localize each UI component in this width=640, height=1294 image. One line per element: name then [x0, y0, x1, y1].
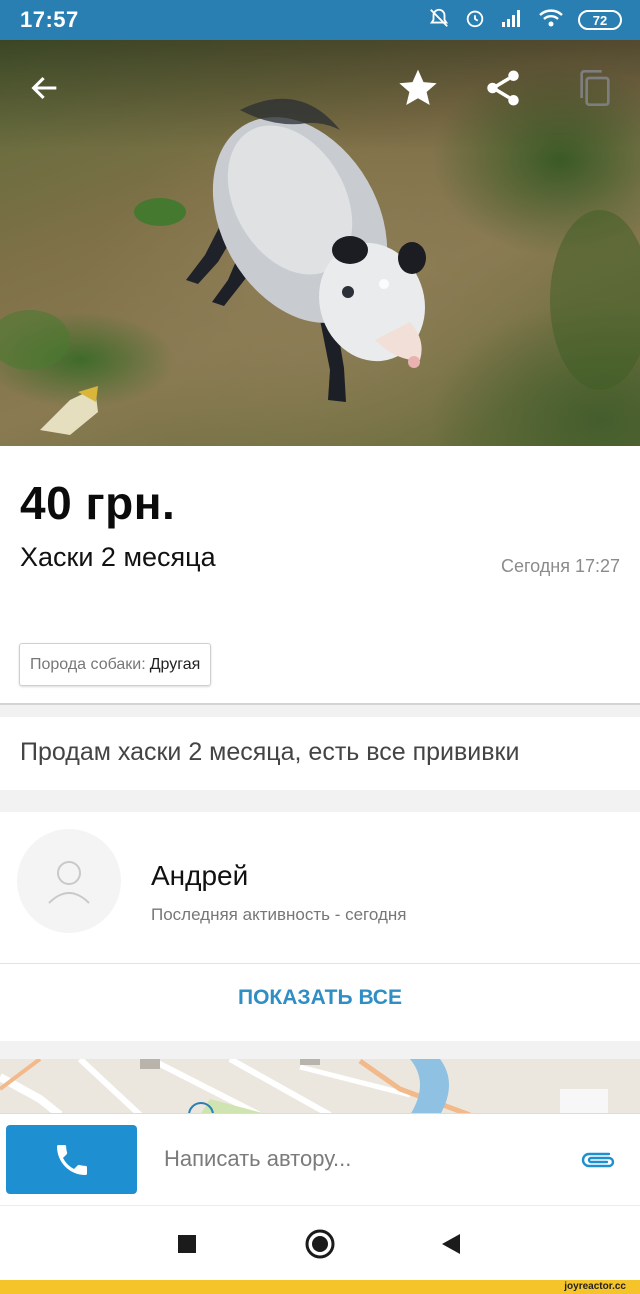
battery-icon: 72 — [578, 10, 622, 30]
author-activity: Последняя активность - сегодня — [151, 905, 407, 924]
phone-icon — [56, 1144, 87, 1175]
star-icon — [399, 69, 437, 106]
back-nav-button[interactable] — [431, 1224, 471, 1264]
back-button[interactable] — [15, 58, 75, 118]
system-nav-bar — [0, 1205, 640, 1280]
status-icons: 72 — [428, 6, 622, 34]
footer-strip — [0, 1280, 640, 1294]
arrow-left-icon — [31, 76, 57, 100]
section-divider — [0, 703, 640, 717]
circle-icon — [305, 1229, 335, 1259]
signal-icon — [500, 8, 524, 33]
avatar[interactable] — [17, 829, 121, 933]
square-icon — [178, 1235, 196, 1253]
copy-icon — [580, 70, 610, 106]
opossum-image — [0, 98, 640, 435]
param-label: Порода собаки: — [30, 655, 146, 673]
message-input[interactable]: Написать автору... — [164, 1146, 351, 1172]
param-chip: Порода собаки: Другая — [19, 643, 212, 686]
status-time: 17:57 — [20, 7, 79, 32]
watermark: joyreactor.cc — [564, 1281, 626, 1292]
triangle-back-icon — [442, 1234, 460, 1254]
price: 40 грн. — [20, 477, 176, 529]
user-icon — [48, 861, 90, 904]
map-image — [0, 1059, 640, 1115]
listing-description: Продам хаски 2 месяца, есть все прививки — [20, 738, 520, 766]
recents-button[interactable] — [167, 1224, 207, 1264]
home-button[interactable] — [300, 1224, 340, 1264]
status-bar: 17:57 72 — [0, 0, 640, 40]
map-preview[interactable] — [0, 1059, 640, 1115]
section-divider — [0, 790, 640, 812]
listing-title: Хаски 2 месяца — [20, 542, 216, 572]
call-button[interactable] — [6, 1125, 137, 1194]
share-icon — [487, 70, 519, 106]
show-all-button[interactable]: ПОКАЗАТЬ ВСЕ — [0, 986, 640, 1010]
param-value: Другая — [149, 655, 201, 673]
divider — [0, 963, 640, 964]
alarm-icon — [464, 7, 486, 34]
author-name[interactable]: Андрей — [151, 860, 248, 892]
section-divider — [0, 1041, 640, 1059]
share-button[interactable] — [473, 58, 533, 118]
notifications-off-icon — [428, 7, 450, 34]
copy-button[interactable] — [565, 58, 625, 118]
listing-photo[interactable] — [0, 40, 640, 446]
listing-date: Сегодня 17:27 — [500, 556, 620, 576]
action-bar: Написать автору... — [0, 1113, 640, 1205]
attach-button[interactable] — [578, 1142, 618, 1178]
wifi-icon — [538, 8, 564, 33]
paperclip-icon — [581, 1152, 615, 1168]
favorite-button[interactable] — [388, 58, 448, 118]
